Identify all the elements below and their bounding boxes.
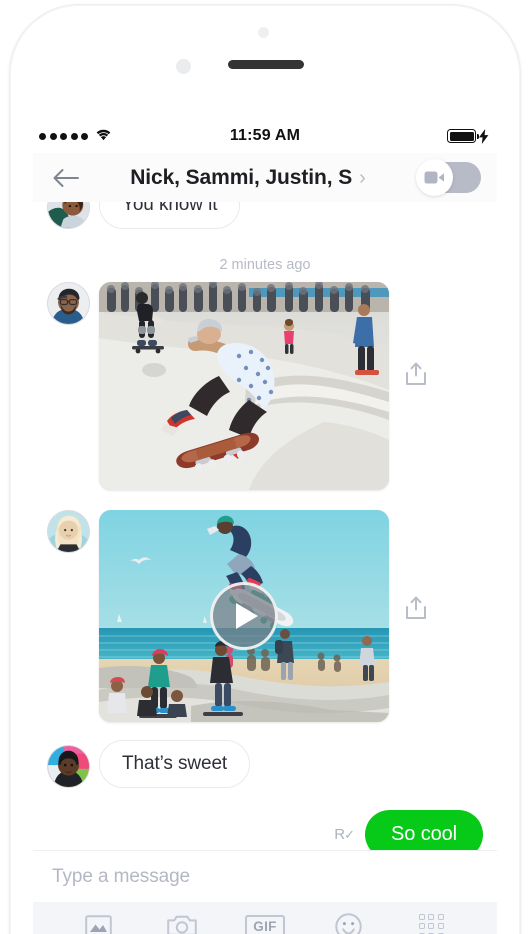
read-receipt-check-icon: ✓ — [344, 827, 355, 842]
wifi-icon — [94, 127, 113, 146]
video-call-toggle[interactable] — [416, 159, 481, 196]
read-receipt: R ✓ — [334, 826, 355, 843]
message-row-incoming: You know it — [33, 202, 497, 229]
photo-gallery-icon — [85, 915, 112, 934]
skatepark-photo — [99, 282, 389, 490]
chat-header: Nick, Sammi, Justin, S › — [33, 153, 497, 202]
avatar[interactable] — [47, 745, 90, 788]
message-bubble[interactable]: You know it — [99, 202, 241, 229]
avatar[interactable] — [47, 510, 90, 553]
gif-button[interactable]: GIF — [223, 902, 306, 934]
message-composer: Type a message GIF — [33, 850, 497, 934]
emoji-smiley-icon — [335, 912, 362, 934]
app-grid-button[interactable] — [390, 902, 473, 934]
message-input-placeholder: Type a message — [52, 865, 191, 887]
video-message[interactable] — [99, 510, 389, 722]
share-upload-icon — [406, 362, 426, 385]
camera-button[interactable] — [140, 902, 223, 934]
front-camera-icon — [176, 59, 191, 74]
photo-message[interactable] — [99, 282, 389, 490]
message-timestamp: 2 minutes ago — [219, 257, 311, 273]
earpiece-speaker — [228, 60, 304, 69]
message-row-photo — [33, 282, 497, 490]
chat-title-button[interactable]: Nick, Sammi, Justin, S › — [77, 166, 419, 190]
app-grid-icon — [418, 913, 444, 934]
emoji-button[interactable] — [307, 902, 390, 934]
blonde-woman-avatar — [48, 511, 89, 552]
share-upload-icon — [406, 596, 426, 619]
composer-toolbar: GIF — [33, 902, 497, 934]
chat-title: Nick, Sammi, Justin, S — [130, 165, 353, 189]
screenshot-root: 11:59 AM Nick, Sammi, Justin, S › You kn… — [0, 0, 530, 934]
video-camera-icon — [424, 171, 444, 184]
signal-strength-icon — [39, 132, 88, 140]
share-photo-button[interactable] — [405, 362, 427, 386]
message-bubble[interactable]: So cool — [364, 810, 483, 850]
arrow-left-icon — [53, 168, 79, 187]
lightning-bolt-icon — [479, 128, 489, 144]
video-call-toggle-knob — [416, 159, 453, 196]
timestamp-container: 2 minutes ago — [33, 248, 497, 282]
message-row-outgoing: R ✓ So cool — [33, 810, 497, 850]
man-colorful-background-avatar — [48, 746, 89, 787]
message-input[interactable]: Type a message — [33, 851, 497, 902]
message-bubble[interactable]: That’s sweet — [99, 740, 251, 788]
photo-gallery-button[interactable] — [57, 902, 140, 934]
woman-curly-hair-avatar — [48, 202, 89, 228]
message-partial-container: You know it — [33, 202, 497, 248]
chevron-right-icon: › — [359, 166, 366, 189]
avatar[interactable] — [47, 282, 90, 325]
status-bar: 11:59 AM — [33, 119, 497, 153]
avatar[interactable] — [47, 202, 90, 229]
man-beard-glasses-cap-avatar — [48, 283, 89, 324]
phone-screen: 11:59 AM Nick, Sammi, Justin, S › You kn… — [33, 119, 497, 934]
message-row-video — [33, 510, 497, 722]
camera-icon — [166, 915, 197, 934]
status-bar-right — [447, 128, 489, 144]
status-bar-left — [39, 127, 113, 146]
battery-full-icon — [447, 129, 479, 143]
message-row-incoming: That’s sweet — [33, 740, 497, 788]
share-video-button[interactable] — [405, 596, 427, 620]
gif-icon: GIF — [245, 914, 285, 934]
proximity-sensor-icon — [258, 27, 269, 38]
message-list[interactable]: You know it 2 minutes ago That’s sweet R… — [33, 202, 497, 850]
play-button-icon[interactable] — [210, 582, 278, 650]
